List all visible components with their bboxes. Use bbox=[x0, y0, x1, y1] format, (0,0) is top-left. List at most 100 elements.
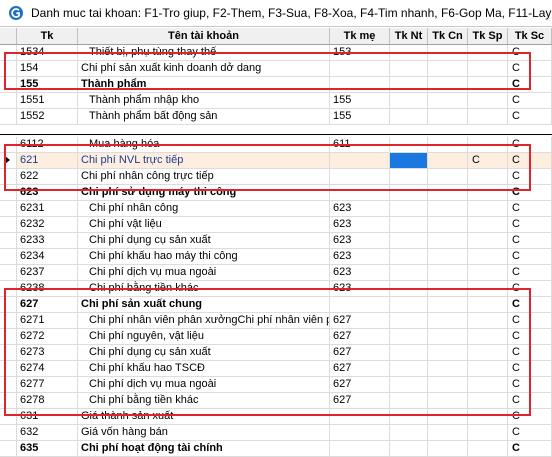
cell-tk-sp[interactable] bbox=[468, 409, 508, 424]
cell-tk-sc[interactable]: C bbox=[508, 313, 552, 328]
cell-tk-cn[interactable] bbox=[428, 265, 468, 280]
cell-tk-cn[interactable] bbox=[428, 297, 468, 312]
cell-tk-sp[interactable] bbox=[468, 201, 508, 216]
cell-parent-account[interactable]: 627 bbox=[330, 393, 390, 408]
cell-parent-account[interactable]: 155 bbox=[330, 109, 390, 124]
table-row[interactable]: 623 Chi phí sử dụng máy thi công C bbox=[0, 185, 552, 201]
cell-parent-account[interactable]: 153 bbox=[330, 45, 390, 60]
cell-tk-nt[interactable] bbox=[390, 425, 428, 440]
cell-account-name[interactable]: Chi phí khấu hao TSCĐ bbox=[78, 361, 330, 376]
cell-tk-sc[interactable]: C bbox=[508, 249, 552, 264]
table-row[interactable]: 155 Thành phẩm C bbox=[0, 77, 552, 93]
cell-account-name[interactable]: Chi phí bằng tiền khác bbox=[78, 393, 330, 408]
cell-tk-cn[interactable] bbox=[428, 441, 468, 456]
cell-tk[interactable]: 155 bbox=[17, 77, 78, 92]
cell-tk-cn[interactable] bbox=[428, 109, 468, 124]
cell-tk-sc[interactable]: C bbox=[508, 217, 552, 232]
cell-tk-sp[interactable] bbox=[468, 77, 508, 92]
cell-tk[interactable]: 6272 bbox=[17, 329, 78, 344]
cell-account-name[interactable]: Chi phí nhân công trực tiếp bbox=[78, 169, 330, 184]
cell-account-name[interactable]: Chi phí sản xuất chung bbox=[78, 297, 330, 312]
col-header-tk-cn[interactable]: Tk Cn bbox=[428, 28, 468, 44]
cell-parent-account[interactable] bbox=[330, 409, 390, 424]
cell-tk[interactable]: 632 bbox=[17, 425, 78, 440]
cell-tk-nt[interactable] bbox=[390, 393, 428, 408]
cell-tk-nt[interactable] bbox=[390, 441, 428, 456]
cell-parent-account[interactable]: 627 bbox=[330, 313, 390, 328]
cell-tk-sp[interactable] bbox=[468, 169, 508, 184]
cell-tk-cn[interactable] bbox=[428, 61, 468, 76]
cell-account-name[interactable]: Chi phí nhân viên phân xưởngChi phí nhân… bbox=[78, 313, 330, 328]
cell-tk[interactable]: 1534 bbox=[17, 45, 78, 60]
cell-tk-sc[interactable]: C bbox=[508, 409, 552, 424]
table-row[interactable]: 6277 Chi phí dịch vụ mua ngoài 627 C bbox=[0, 377, 552, 393]
cell-tk-sc[interactable]: C bbox=[508, 425, 552, 440]
cell-tk-sp[interactable] bbox=[468, 265, 508, 280]
cell-tk[interactable]: 154 bbox=[17, 61, 78, 76]
cell-tk-sc[interactable]: C bbox=[508, 45, 552, 60]
col-header-tk-sp[interactable]: Tk Sp bbox=[468, 28, 508, 44]
cell-tk-nt[interactable] bbox=[390, 153, 428, 168]
cell-account-name[interactable]: Chi phí dịch vụ mua ngoài bbox=[78, 377, 330, 392]
cell-account-name[interactable]: Chi phí dụng cụ sản xuất bbox=[78, 233, 330, 248]
cell-tk-nt[interactable] bbox=[390, 297, 428, 312]
cell-account-name[interactable]: Chi phí nhân công bbox=[78, 201, 330, 216]
cell-tk[interactable]: 627 bbox=[17, 297, 78, 312]
cell-tk-sc[interactable]: C bbox=[508, 61, 552, 76]
cell-parent-account[interactable]: 627 bbox=[330, 345, 390, 360]
cell-tk-cn[interactable] bbox=[428, 93, 468, 108]
cell-account-name[interactable]: Chi phí dịch vụ mua ngoài bbox=[78, 265, 330, 280]
cell-tk[interactable]: 6231 bbox=[17, 201, 78, 216]
table-row[interactable]: 6272 Chi phí nguyên, vật liệu 627 C bbox=[0, 329, 552, 345]
cell-tk-cn[interactable] bbox=[428, 409, 468, 424]
table-row[interactable]: 6234 Chi phí khấu hao máy thi công 623 C bbox=[0, 249, 552, 265]
table-row[interactable]: 621 Chi phí NVL trực tiếp C C bbox=[0, 153, 552, 169]
cell-tk-sp[interactable] bbox=[468, 137, 508, 152]
cell-tk-nt[interactable] bbox=[390, 45, 428, 60]
cell-tk-nt[interactable] bbox=[390, 313, 428, 328]
cell-tk-sp[interactable] bbox=[468, 93, 508, 108]
cell-tk-cn[interactable] bbox=[428, 393, 468, 408]
cell-account-name[interactable]: Chi phí nguyên, vật liệu bbox=[78, 329, 330, 344]
cell-tk-cn[interactable] bbox=[428, 185, 468, 200]
cell-tk-sc[interactable]: C bbox=[508, 153, 552, 168]
cell-account-name[interactable]: Chi phí hoạt động tài chính bbox=[78, 441, 330, 456]
cell-tk-nt[interactable] bbox=[390, 77, 428, 92]
cell-account-name[interactable]: Thành phẩm nhập kho bbox=[78, 93, 330, 108]
cell-tk-sc[interactable]: C bbox=[508, 281, 552, 296]
cell-tk-sp[interactable] bbox=[468, 425, 508, 440]
cell-tk-sc[interactable]: C bbox=[508, 329, 552, 344]
cell-parent-account[interactable] bbox=[330, 61, 390, 76]
cell-tk-sc[interactable]: C bbox=[508, 345, 552, 360]
cell-tk-nt[interactable] bbox=[390, 249, 428, 264]
cell-parent-account[interactable] bbox=[330, 169, 390, 184]
cell-tk-sc[interactable]: C bbox=[508, 77, 552, 92]
cell-tk-cn[interactable] bbox=[428, 217, 468, 232]
cell-tk-sc[interactable]: C bbox=[508, 185, 552, 200]
cell-account-name[interactable]: Chi phí NVL trực tiếp bbox=[78, 153, 330, 168]
cell-tk[interactable]: 623 bbox=[17, 185, 78, 200]
cell-tk-nt[interactable] bbox=[390, 233, 428, 248]
cell-tk-nt[interactable] bbox=[390, 377, 428, 392]
table-row[interactable]: 6237 Chi phí dịch vụ mua ngoài 623 C bbox=[0, 265, 552, 281]
cell-tk[interactable]: 6112 bbox=[17, 137, 78, 152]
cell-parent-account[interactable]: 627 bbox=[330, 377, 390, 392]
cell-account-name[interactable]: Chi phí bằng tiền khác bbox=[78, 281, 330, 296]
cell-tk-nt[interactable] bbox=[390, 361, 428, 376]
cell-tk-sc[interactable]: C bbox=[508, 377, 552, 392]
cell-tk-sp[interactable] bbox=[468, 217, 508, 232]
col-header-tk[interactable]: Tk bbox=[17, 28, 78, 44]
cell-tk-cn[interactable] bbox=[428, 345, 468, 360]
cell-parent-account[interactable] bbox=[330, 153, 390, 168]
cell-tk-nt[interactable] bbox=[390, 329, 428, 344]
cell-tk-cn[interactable] bbox=[428, 169, 468, 184]
cell-tk[interactable]: 631 bbox=[17, 409, 78, 424]
cell-account-name[interactable]: Thiết bị, phụ tùng thay thế bbox=[78, 45, 330, 60]
cell-tk-sp[interactable] bbox=[468, 313, 508, 328]
cell-tk-cn[interactable] bbox=[428, 137, 468, 152]
cell-tk-nt[interactable] bbox=[390, 409, 428, 424]
cell-account-name[interactable]: Mua hàng hóa bbox=[78, 137, 330, 152]
cell-tk-sc[interactable]: C bbox=[508, 169, 552, 184]
cell-tk[interactable]: 6237 bbox=[17, 265, 78, 280]
cell-parent-account[interactable]: 623 bbox=[330, 233, 390, 248]
